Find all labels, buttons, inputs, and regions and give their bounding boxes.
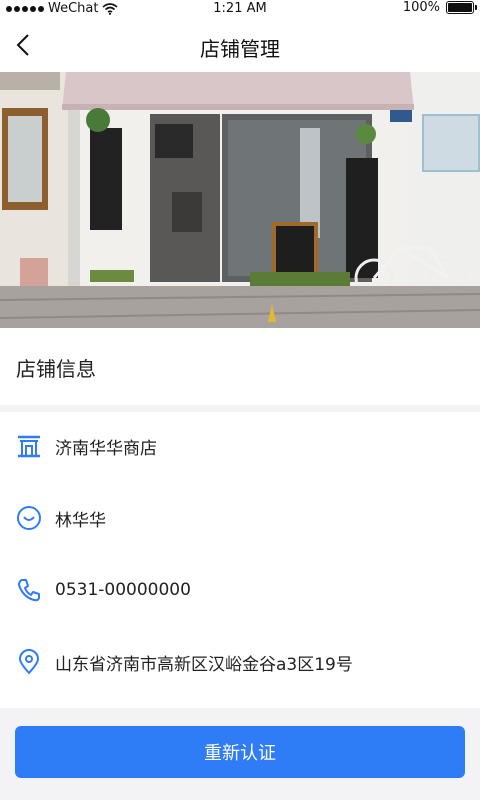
- reauth-button-label: 重新认证: [204, 743, 276, 764]
- storefront-illustration: [0, 72, 480, 328]
- store-name: 济南华华商店: [55, 438, 157, 459]
- smiley-user-icon: [16, 505, 42, 531]
- battery-icon: [446, 1, 477, 14]
- nav-bar: 店铺管理: [0, 18, 480, 72]
- status-right: 100%: [402, 0, 477, 15]
- owner-name: 林华华: [55, 510, 106, 531]
- store-photo: [0, 72, 480, 328]
- store-info-header: 店铺信息: [0, 328, 480, 405]
- reauth-button[interactable]: 重新认证: [15, 726, 465, 778]
- store-icon: [16, 433, 42, 459]
- page-title: 店铺管理: [200, 37, 280, 61]
- store-address: 山东省济南市高新区汉峪金谷a3区19号: [55, 654, 353, 675]
- store-name-row: 济南华华商店: [0, 426, 480, 466]
- store-info-list: 济南华华商店 林华华 0531-00000000 山东省济南市高新区汉峪金谷a3…: [0, 412, 480, 708]
- battery-percent: 100%: [402, 0, 440, 15]
- phone-icon: [16, 577, 42, 603]
- owner-row: 林华华: [0, 498, 480, 538]
- address-row: 山东省济南市高新区汉峪金谷a3区19号: [0, 642, 480, 682]
- section-title: 店铺信息: [16, 357, 96, 381]
- location-pin-icon: [16, 649, 42, 675]
- phone-number[interactable]: 0531-00000000: [55, 580, 191, 600]
- status-bar: WeChat 1:21 AM 100%: [0, 0, 480, 18]
- phone-row[interactable]: 0531-00000000: [0, 570, 480, 610]
